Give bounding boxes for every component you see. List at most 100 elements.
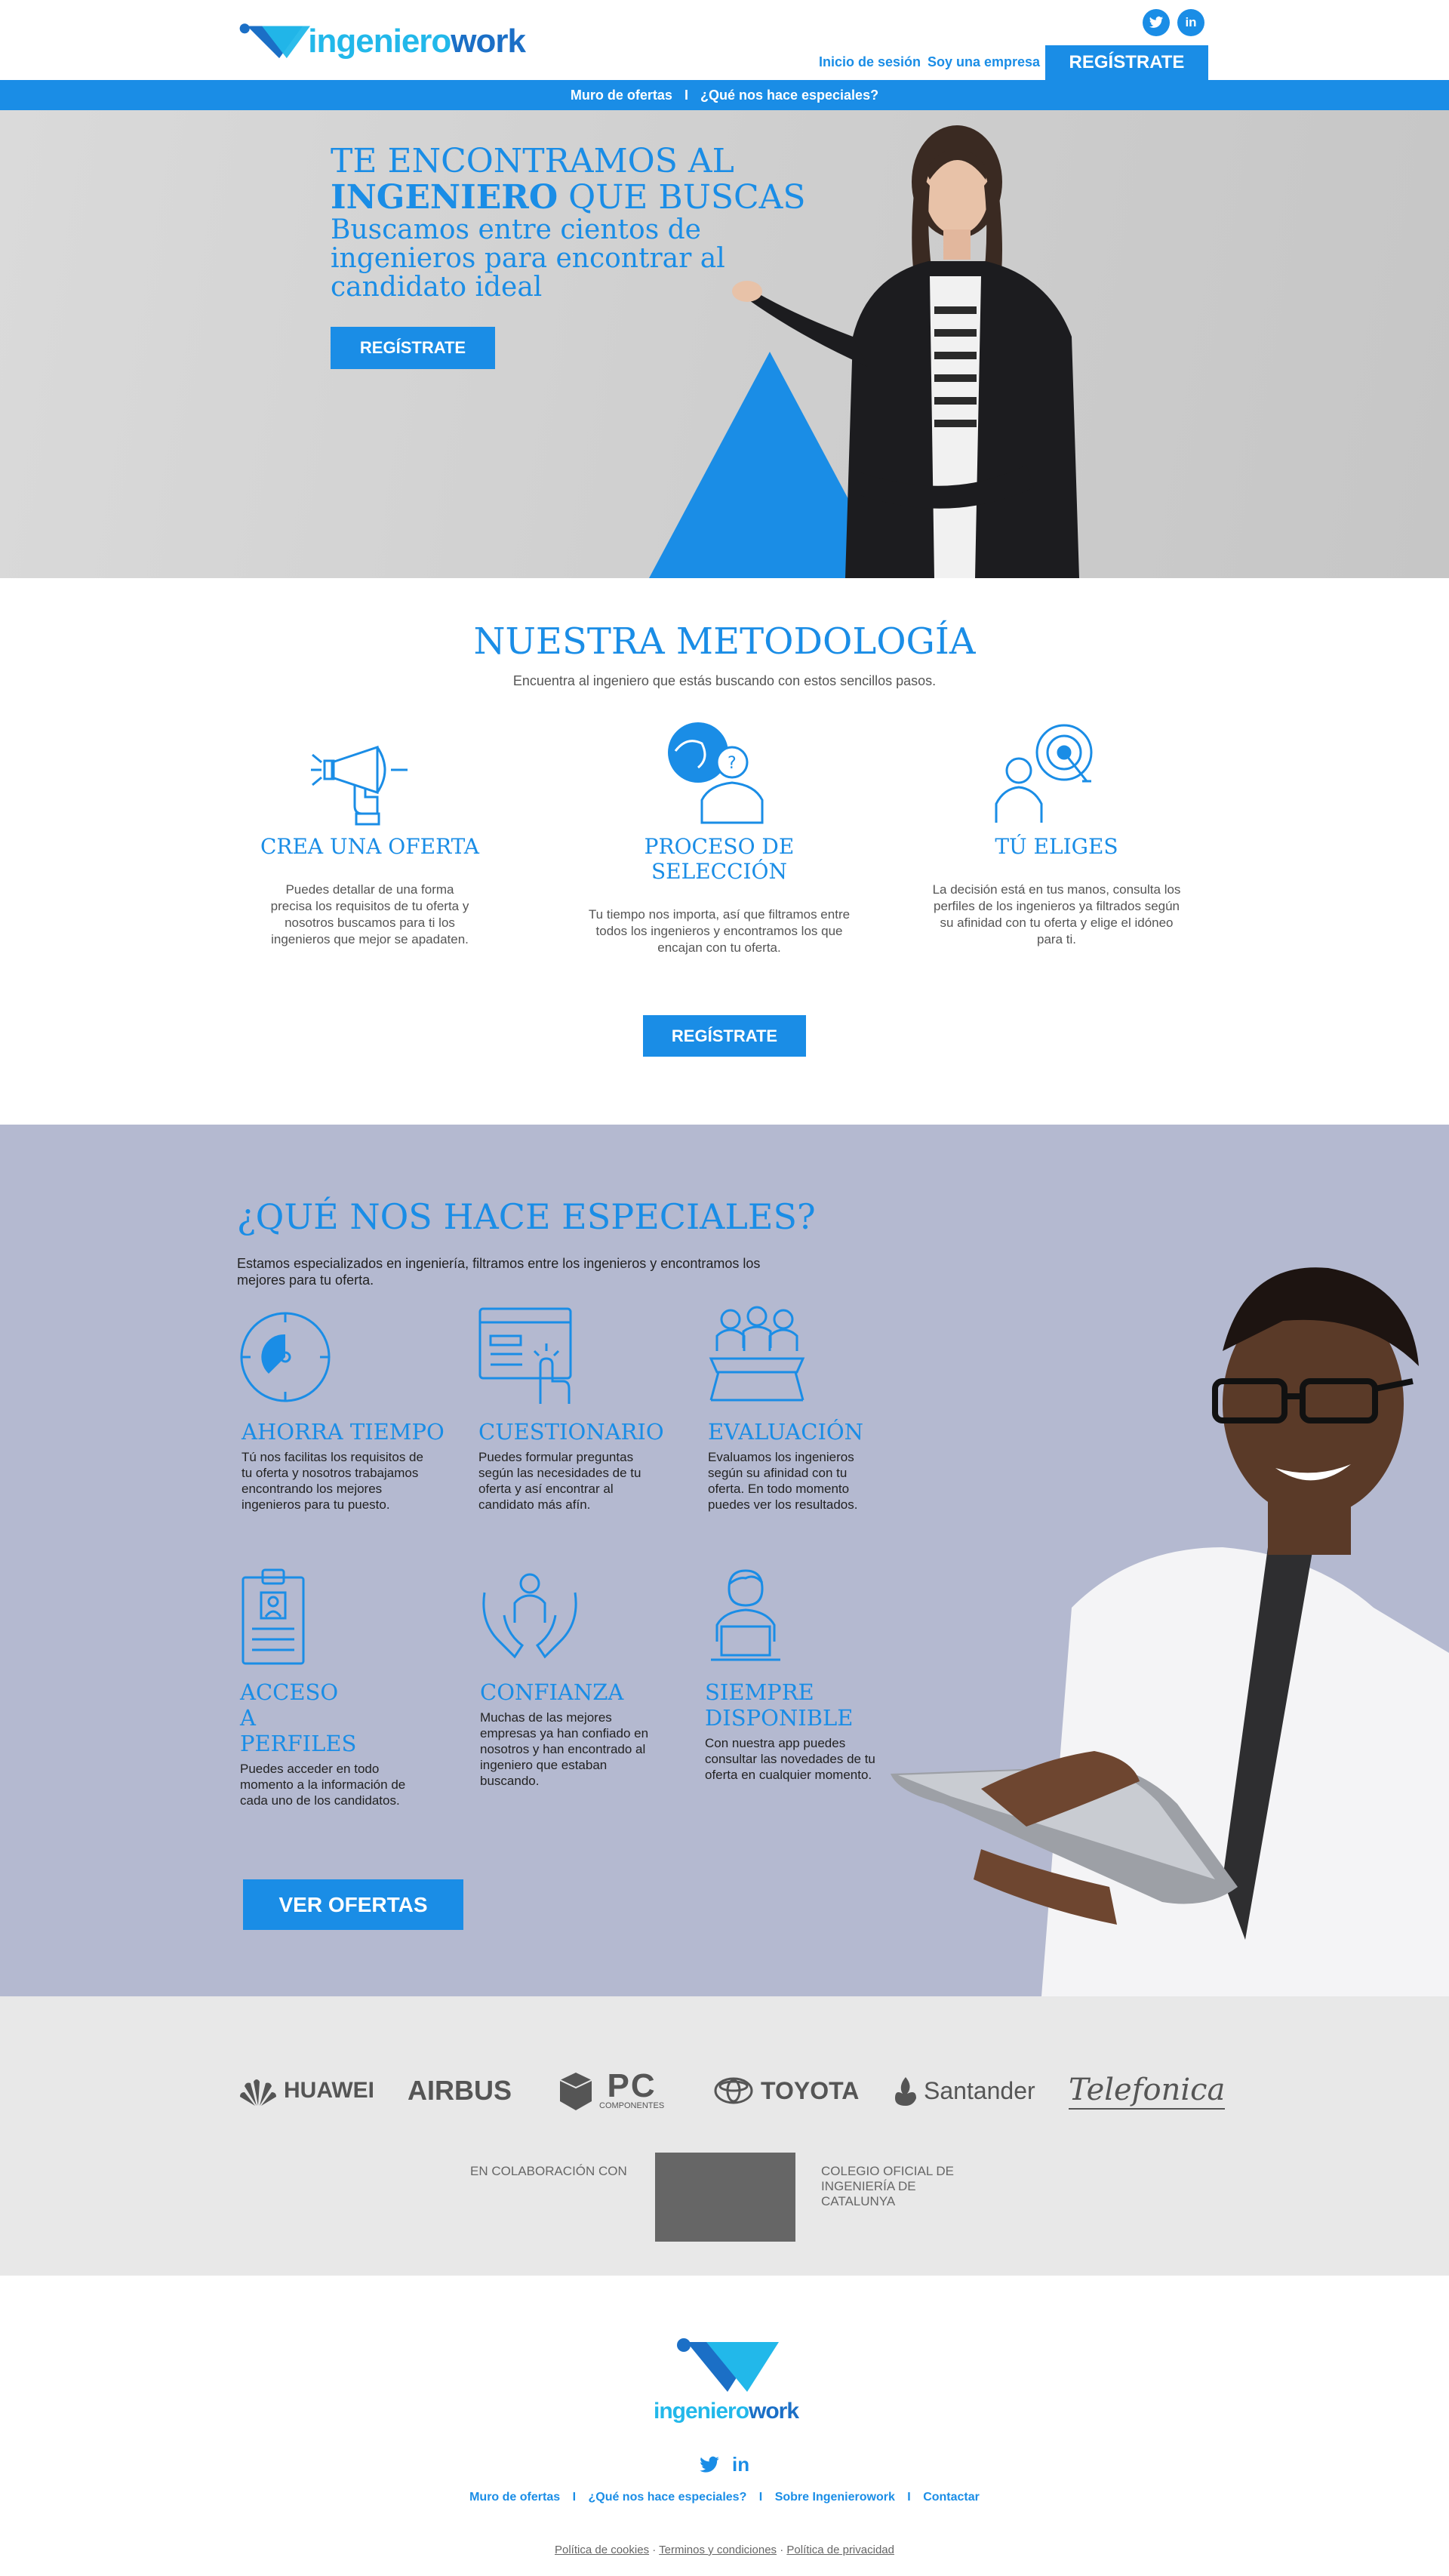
logo-mark-icon (239, 23, 310, 59)
hero-register-button[interactable]: REGÍSTRATE (331, 327, 495, 369)
partner-logo-toyota: TOYOTA (714, 2072, 859, 2110)
cookies-link[interactable]: Política de cookies (555, 2544, 649, 2556)
site-logo[interactable]: ingenierowork (238, 18, 526, 65)
svg-text:?: ? (728, 754, 737, 773)
methodology-title: NUESTRA METODOLOGÍA (473, 620, 976, 663)
toyota-emblem-icon (714, 2077, 753, 2104)
hero-title-line1: TE ENCONTRAMOS AL (331, 142, 734, 180)
method-step-desc: La decisión está en tus manos, consulta … (932, 882, 1181, 946)
laptop-user-icon (711, 1569, 780, 1661)
view-offers-button[interactable]: VER OFERTAS (243, 1879, 463, 1930)
footer-link-contact[interactable]: Contactar (923, 2491, 980, 2504)
feature-desc: Puedes acceder en todo momento a la info… (240, 1762, 406, 1808)
nav-item-offers[interactable]: Muro de ofertas (571, 88, 672, 103)
feature-desc: Evaluamos los ingenieros según su afinid… (708, 1450, 858, 1512)
hero-subtitle: Buscamos entre cientos de ingenieros par… (331, 214, 725, 303)
feature-desc: Tú nos facilitas los requisitos de tu of… (242, 1450, 423, 1512)
hero-title: TE ENCONTRAMOS AL INGENIERO QUE BUSCAS (331, 143, 806, 216)
feature-title: AHORRA TIEMPO (242, 1419, 445, 1445)
footer-link-about[interactable]: Sobre Ingenierowork (775, 2491, 895, 2504)
method-step-title: TÚ ELIGES (995, 834, 1118, 859)
trust-hands-icon (482, 1573, 577, 1659)
feature-ahorra-tiempo: AHORRA TIEMPO Tú nos facilitas los requi… (242, 1419, 445, 1513)
collab-label: EN COLABORACIÓN CON (470, 2164, 627, 2178)
hero-title-rest: QUE BUSCAS (558, 178, 806, 217)
nav-separator: I (684, 87, 688, 103)
santander-flame-icon (895, 2077, 916, 2106)
feature-cuestionario: CUESTIONARIO Puedes formular preguntas s… (478, 1419, 682, 1513)
twitter-icon[interactable] (1143, 9, 1170, 36)
collab-name: COLEGIO OFICIAL DE INGENIERÍA DE CATALUN… (821, 2164, 955, 2208)
legal-links: Política de cookies · Terminos y condici… (555, 2544, 894, 2556)
logo-mark-icon (677, 2338, 779, 2392)
feature-title: ACCESO A PERFILES (240, 1679, 357, 1756)
partner-name: TOYOTA (761, 2076, 860, 2104)
footer-social: in (699, 2453, 749, 2476)
linkedin-icon[interactable]: in (1177, 9, 1204, 36)
hero-title-bold: INGENIERO (331, 178, 558, 217)
linkedin-icon[interactable]: in (732, 2453, 749, 2476)
footer-link-special[interactable]: ¿Qué nos hace especiales? (588, 2491, 746, 2504)
feature-title: EVALUACIÓN (708, 1419, 864, 1445)
method-step-title: CREA UNA OFERTA (260, 834, 480, 859)
feature-desc: Puedes formular preguntas según las nece… (478, 1450, 641, 1512)
methodology-subtitle: Encuentra al ingeniero que estás buscand… (512, 673, 937, 688)
social-links: in (1143, 9, 1204, 36)
main-nav: Muro de ofertas I ¿Qué nos hace especial… (0, 80, 1449, 110)
logo-text-a: ingeniero (654, 2399, 749, 2424)
footer-separator: I (758, 2491, 763, 2504)
feature-acceso-perfiles: ACCESO A PERFILES Puedes acceder en todo… (240, 1679, 444, 1808)
feature-desc: Con nuestra app puedes consultar las nov… (705, 1736, 875, 1782)
method-step-desc: Puedes detallar de una forma precisa los… (270, 882, 469, 946)
methodology-register-button[interactable]: REGÍSTRATE (643, 1015, 806, 1057)
method-step-desc: Tu tiempo nos importa, así que filtramos… (588, 907, 851, 955)
special-title: ¿QUÉ NOS HACE ESPECIALES? (237, 1196, 816, 1237)
partner-logo-telefonica: Telefonica (1069, 2072, 1226, 2110)
partner-subname: COMPONENTES (599, 2101, 665, 2110)
nav-item-special[interactable]: ¿Qué nos hace especiales? (700, 88, 878, 103)
special-section: ¿QUÉ NOS HACE ESPECIALES? Estamos especi… (0, 1125, 1449, 1996)
feature-evaluacion: EVALUACIÓN Evaluamos los ingenieros segú… (708, 1419, 912, 1513)
selection-process-icon: ? (668, 722, 764, 824)
footer-separator: I (572, 2491, 577, 2504)
hero-banner: TE ENCONTRAMOS AL INGENIERO QUE BUSCAS B… (0, 110, 1449, 578)
header-register-button[interactable]: REGÍSTRATE (1045, 45, 1208, 80)
feature-title: CONFIANZA (480, 1679, 624, 1705)
partner-name: PC (607, 2067, 657, 2104)
partner-name: Telefonica (1069, 2073, 1226, 2107)
feature-siempre-disponible: SIEMPRE DISPONIBLE Con nuestra app puede… (705, 1679, 909, 1783)
method-step-2: PROCESO DE SELECCIÓN Tu tiempo nos impor… (576, 834, 863, 956)
method-step-title: PROCESO DE SELECCIÓN (644, 834, 795, 884)
privacy-link[interactable]: Política de privacidad (786, 2544, 894, 2556)
footer-logo[interactable]: ingenierowork (654, 2336, 799, 2427)
partner-logo-huawei: HUAWEI (238, 2072, 374, 2110)
terms-link[interactable]: Terminos y condiciones (659, 2544, 777, 2556)
site-header: ingenierowork in Inicio de sesión Soy un… (0, 0, 1449, 80)
logo-text-b: work (749, 2399, 799, 2424)
feature-title: SIEMPRE DISPONIBLE (705, 1679, 854, 1731)
partner-logo-santander: Santander (891, 2072, 1035, 2110)
pc-box-icon (559, 2073, 592, 2110)
partner-name: Santander (924, 2076, 1035, 2104)
collab-logo-placeholder (655, 2153, 795, 2242)
feature-confianza: CONFIANZA Muchas de las mejores empresas… (480, 1679, 684, 1789)
footer-nav: Muro de ofertas I ¿Qué nos hace especial… (0, 2491, 1449, 2504)
clock-icon (240, 1312, 331, 1402)
twitter-icon[interactable] (699, 2456, 720, 2474)
feature-desc: Muchas de las mejores empresas ya han co… (480, 1710, 649, 1788)
method-step-3: TÚ ELIGES La decisión está en tus manos,… (913, 834, 1200, 948)
partner-name: AIRBUS (408, 2075, 512, 2106)
footer-link-offers[interactable]: Muro de ofertas (469, 2491, 560, 2504)
form-click-icon (478, 1307, 572, 1404)
profile-card-icon (242, 1568, 305, 1665)
evaluation-panel-icon (709, 1306, 805, 1402)
company-link[interactable]: Soy una empresa (928, 54, 1040, 70)
partner-name: HUAWEI (284, 2078, 374, 2103)
footer-separator: I (907, 2491, 911, 2504)
method-step-1: CREA UNA OFERTA Puedes detallar de una f… (226, 834, 513, 948)
target-person-icon (995, 724, 1093, 823)
logo-text-b: work (451, 23, 526, 60)
login-link[interactable]: Inicio de sesión (819, 54, 921, 70)
logo-text-a: ingeniero (308, 23, 451, 60)
huawei-flower-icon (240, 2079, 276, 2106)
